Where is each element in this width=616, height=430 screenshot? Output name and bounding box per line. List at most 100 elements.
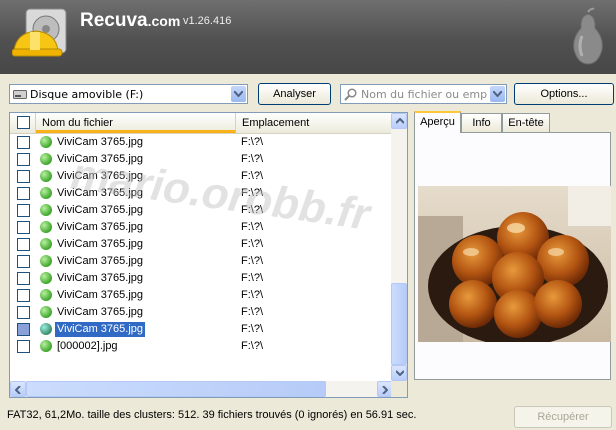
analyze-button[interactable]: Analyser [258,83,331,105]
row-checkbox[interactable] [17,306,30,319]
options-button[interactable]: Options... [514,83,614,105]
file-location: F:\?\ [241,340,264,352]
scroll-down-icon[interactable] [391,365,407,381]
row-checkbox[interactable] [17,170,30,183]
file-name: ViviCam 3765.jpg [57,153,144,165]
file-location: F:\?\ [241,255,264,267]
app-title: Recuva.com [80,10,181,31]
recoverable-status-icon [40,255,52,267]
preview-panel [414,132,611,380]
horizontal-scroll-thumb[interactable] [26,381,326,397]
table-row[interactable]: ViviCam 3765.jpg F:\?\ [10,219,393,236]
horizontal-scrollbar[interactable] [10,381,393,397]
list-header: Nom du fichier Emplacement [10,113,393,134]
file-location: F:\?\ [241,323,264,335]
file-name: ViviCam 3765.jpg [57,204,144,216]
vertical-scrollbar[interactable] [391,113,407,381]
file-name: ViviCam 3765.jpg [55,322,146,337]
app-version: v1.26.416 [183,15,232,27]
recoverable-status-icon [40,289,52,301]
file-location: F:\?\ [241,187,264,199]
file-location: F:\?\ [241,306,264,318]
search-input[interactable]: Nom du fichier ou emplacement [340,84,507,104]
file-name: ViviCam 3765.jpg [57,238,144,250]
file-location: F:\?\ [241,289,264,301]
column-header-location[interactable]: Emplacement [236,113,393,133]
recoverable-status-icon [40,323,52,335]
recoverable-status-icon [40,170,52,182]
file-list[interactable]: Nom du fichier Emplacement ViviCam 3765.… [9,112,408,398]
recoverable-status-icon [40,272,52,284]
recoverable-status-icon [40,153,52,165]
scroll-left-icon[interactable] [10,381,26,397]
search-icon [344,88,357,101]
app-header: Recuva.com v1.26.416 [0,0,616,74]
row-checkbox[interactable] [17,340,30,353]
file-name: ViviCam 3765.jpg [57,272,144,284]
piriform-pear-icon [573,7,603,65]
file-name: ViviCam 3765.jpg [57,306,144,318]
file-location: F:\?\ [241,136,264,148]
search-dropdown-icon[interactable] [490,86,505,102]
table-row[interactable]: ViviCam 3765.jpg F:\?\ [10,134,393,151]
chevron-down-icon[interactable] [231,86,246,102]
recovered-photo-preview [418,186,611,342]
tab-info[interactable]: Info [461,113,502,132]
row-checkbox[interactable] [17,272,30,285]
table-row[interactable]: [000002].jpg F:\?\ [10,338,393,355]
file-location: F:\?\ [241,221,264,233]
drive-select-value: Disque amovible (F:) [30,88,144,101]
table-row[interactable]: ViviCam 3765.jpg F:\?\ [10,321,393,338]
table-row[interactable]: ViviCam 3765.jpg F:\?\ [10,151,393,168]
file-name: ViviCam 3765.jpg [57,187,144,199]
scroll-up-icon[interactable] [391,113,407,129]
tab-apercu[interactable]: Aperçu [414,111,461,133]
select-all-cell [10,113,36,133]
recoverable-status-icon [40,221,52,233]
file-location: F:\?\ [241,170,264,182]
tab-en-tete[interactable]: En-tête [502,113,550,132]
row-checkbox[interactable] [17,136,30,149]
table-row[interactable]: ViviCam 3765.jpg F:\?\ [10,304,393,321]
recuva-logo-icon [12,8,67,57]
table-row[interactable]: ViviCam 3765.jpg F:\?\ [10,168,393,185]
recoverable-status-icon [40,187,52,199]
table-row[interactable]: ViviCam 3765.jpg F:\?\ [10,253,393,270]
recover-button[interactable]: Récupérer [514,406,612,428]
row-checkbox[interactable] [17,204,30,217]
vertical-scroll-thumb[interactable] [391,283,407,365]
file-location: F:\?\ [241,153,264,165]
recoverable-status-icon [40,238,52,250]
table-row[interactable]: ViviCam 3765.jpg F:\?\ [10,270,393,287]
row-checkbox[interactable] [17,255,30,268]
recoverable-status-icon [40,340,52,352]
scroll-corner [391,381,407,397]
table-row[interactable]: ViviCam 3765.jpg F:\?\ [10,287,393,304]
drive-icon [13,90,27,99]
file-name: ViviCam 3765.jpg [57,170,144,182]
file-name: [000002].jpg [57,340,118,352]
file-name: ViviCam 3765.jpg [57,255,144,267]
file-location: F:\?\ [241,238,264,250]
table-row[interactable]: ViviCam 3765.jpg F:\?\ [10,236,393,253]
status-text: FAT32, 61,2Mo. taille des clusters: 512.… [7,409,417,421]
row-checkbox[interactable] [17,289,30,302]
table-row[interactable]: ViviCam 3765.jpg F:\?\ [10,185,393,202]
row-checkbox[interactable] [17,221,30,234]
select-all-checkbox[interactable] [17,116,30,129]
row-checkbox[interactable] [17,238,30,251]
drive-select[interactable]: Disque amovible (F:) [9,84,248,104]
row-checkbox[interactable] [17,187,30,200]
column-header-name[interactable]: Nom du fichier [36,113,236,133]
file-name: ViviCam 3765.jpg [57,289,144,301]
recoverable-status-icon [40,136,52,148]
search-placeholder: Nom du fichier ou emplacement [361,88,488,101]
file-location: F:\?\ [241,272,264,284]
row-checkbox[interactable] [17,153,30,166]
recoverable-status-icon [40,306,52,318]
file-name: ViviCam 3765.jpg [57,221,144,233]
recoverable-status-icon [40,204,52,216]
row-checkbox[interactable] [17,323,30,336]
table-row[interactable]: ViviCam 3765.jpg F:\?\ [10,202,393,219]
file-location: F:\?\ [241,204,264,216]
